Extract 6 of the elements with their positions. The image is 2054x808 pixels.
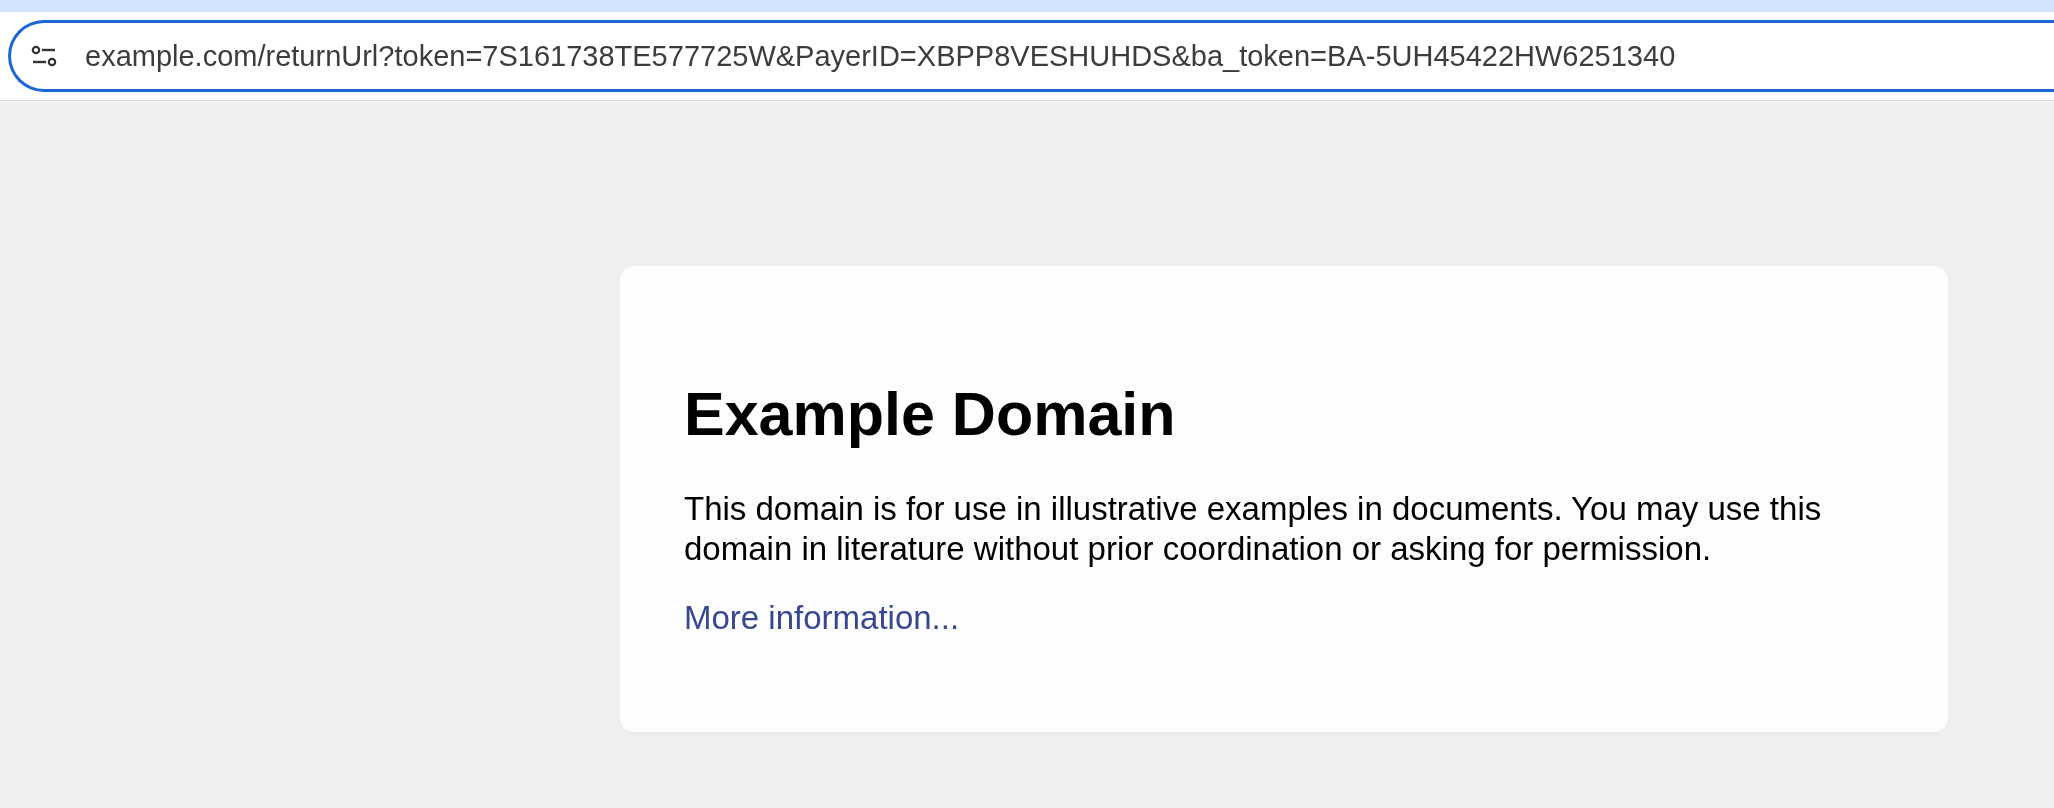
url-text: example.com/returnUrl?token=7S161738TE577725W&PayerID=XBPP8VESHUHDS&ba_token=BA-5UH45422HW6251340 xyxy=(85,39,1676,73)
description-text: This domain is for use in illustrative examples in documents. You may use this domain in literature without prior coordination or asking for permission. xyxy=(684,489,1823,570)
more-information-link[interactable]: More information... xyxy=(684,599,960,638)
address-bar[interactable]: example.com/returnUrl?token=7S161738TE577725W&PayerID=XBPP8VESHUHDS&ba_token=BA-5UH45422HW6251340 xyxy=(8,20,2054,92)
page-heading: Example Domain xyxy=(684,379,1176,450)
tune-icon[interactable] xyxy=(31,45,57,67)
